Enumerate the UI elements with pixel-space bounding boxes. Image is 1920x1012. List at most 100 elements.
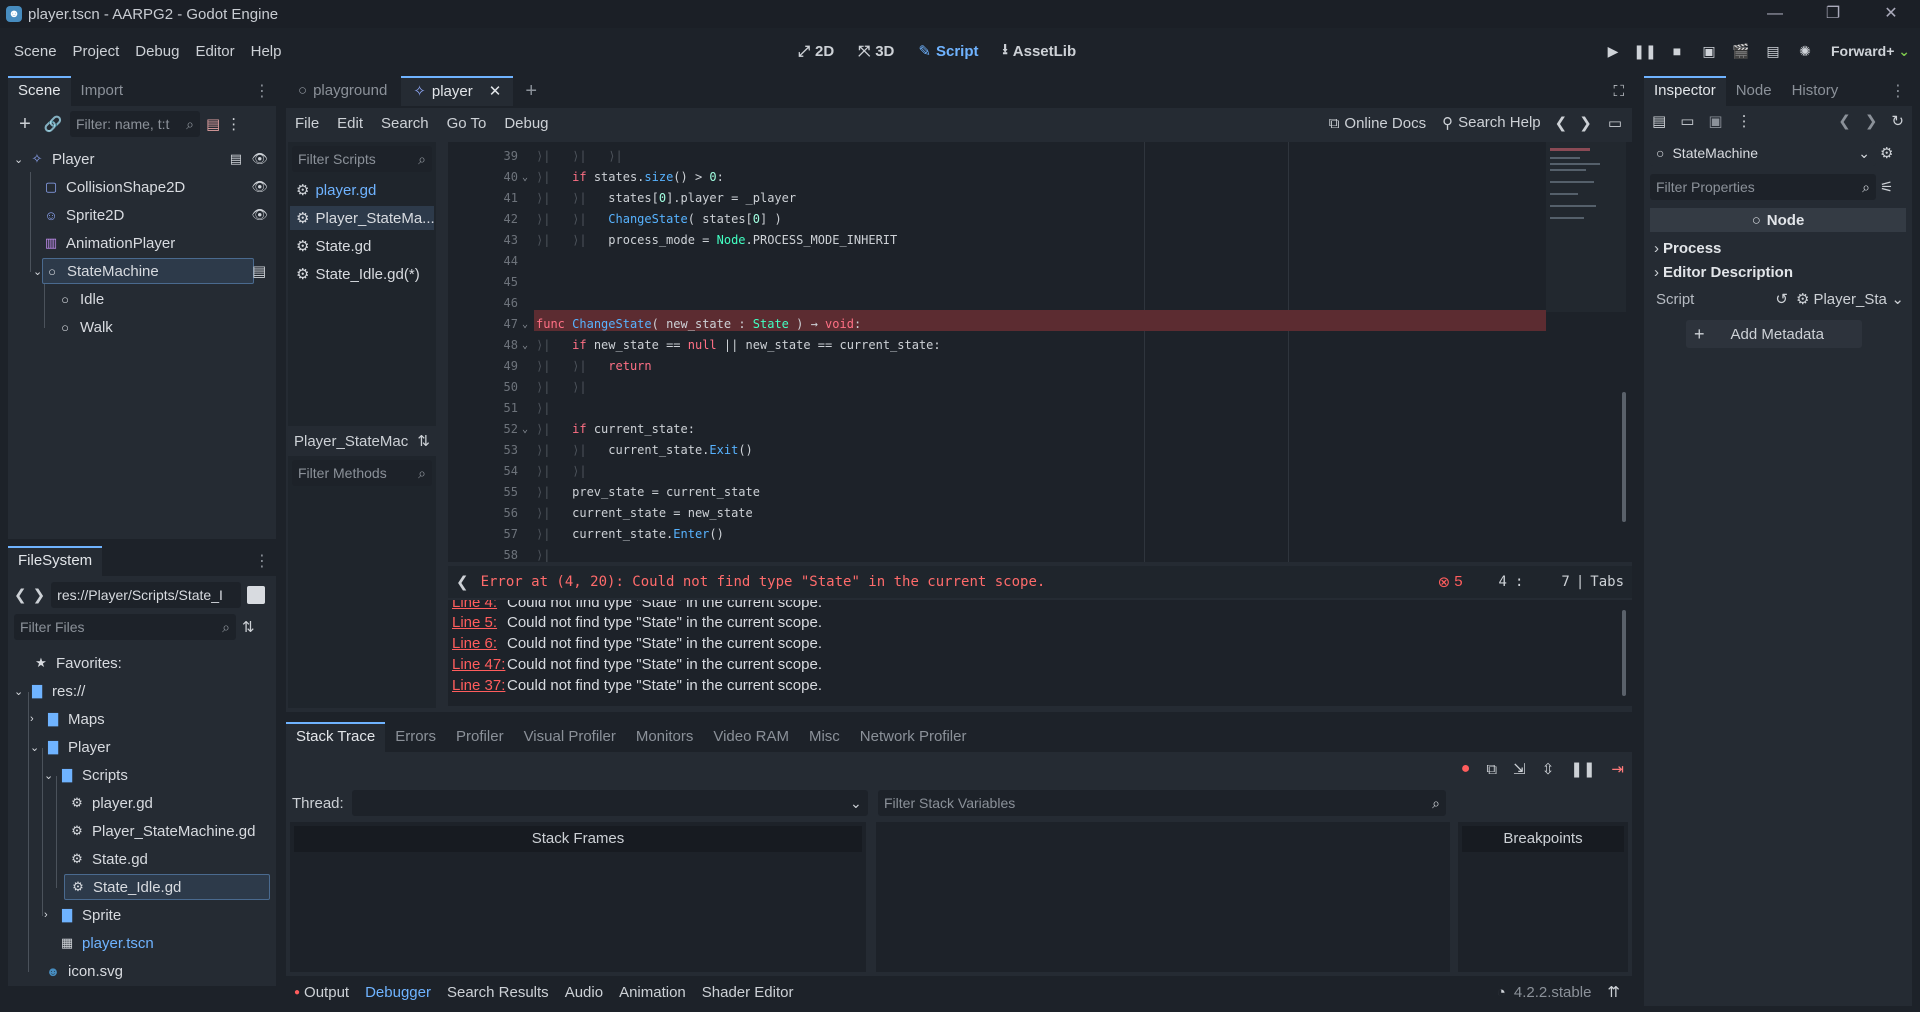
menu-project[interactable]: Project — [65, 43, 128, 60]
error-item[interactable]: Line 5: Could not find type "State" in th… — [452, 612, 822, 632]
folder-maps[interactable]: › ▇ Maps — [30, 706, 105, 732]
script-item-state-idle[interactable]: ⚙ State_Idle.gd(*) — [296, 262, 420, 286]
tab-misc[interactable]: Misc — [799, 722, 850, 752]
add-metadata-button[interactable]: + Add Metadata — [1686, 320, 1862, 348]
minimap[interactable] — [1546, 142, 1626, 312]
add-node-icon[interactable]: + — [14, 113, 36, 136]
fold-chevron-icon[interactable]: ⌄ — [522, 167, 528, 188]
filter-scripts-input[interactable]: Filter Scripts ⌕ — [292, 146, 432, 172]
maximize-button[interactable]: ❐ — [1804, 0, 1862, 28]
tab-visual-profiler[interactable]: Visual Profiler — [514, 722, 626, 752]
chevron-right-icon[interactable]: › — [30, 713, 44, 725]
online-docs-button[interactable]: ⧉ Online Docs — [1321, 115, 1434, 132]
tree-node-idle[interactable]: ○ Idle — [56, 286, 256, 312]
tab-monitors[interactable]: Monitors — [626, 722, 704, 752]
file-filter-input[interactable]: Filter Files ⌕ — [14, 614, 236, 640]
menu-file[interactable]: File — [286, 115, 328, 132]
file-player-gd[interactable]: ⚙ player.gd — [68, 790, 153, 816]
fold-chevron-icon[interactable]: ⌄ — [522, 314, 528, 335]
error-item[interactable]: Line 37: Could not find type "State" in t… — [452, 675, 822, 695]
tab-animation[interactable]: Animation — [611, 984, 694, 1001]
play-scene-icon[interactable]: 🎬 — [1727, 43, 1755, 60]
dock-menu-icon[interactable]: ⋮ — [254, 81, 270, 101]
tab-output[interactable]: ● Output — [286, 984, 357, 1001]
tree-node-player[interactable]: ⌄ ✧ Player ▤ 👁 — [14, 146, 268, 172]
error-item[interactable]: Line 47: Could not find type "State" in t… — [452, 654, 822, 674]
add-tab-icon[interactable]: + — [515, 80, 547, 103]
scene-menu-icon[interactable]: ⋮ — [226, 115, 241, 133]
chevron-right-icon[interactable]: › — [44, 909, 58, 921]
tab-scene[interactable]: Scene — [8, 76, 71, 106]
chevron-down-icon[interactable]: ⌄ — [33, 265, 42, 278]
sort-icon[interactable]: ⇅ — [242, 618, 255, 636]
tab-search-results[interactable]: Search Results — [439, 984, 557, 1001]
mode-2d-button[interactable]: ⤢ 2D — [790, 39, 842, 64]
script-icon[interactable]: ▤ — [252, 262, 266, 280]
error-item[interactable]: Line 4: Could not find type "State" in th… — [452, 600, 822, 612]
script-icon[interactable]: ▤ — [230, 151, 242, 167]
scene-filter-input[interactable]: Filter: name, t:t ⌕ — [70, 111, 200, 137]
fold-chevron-icon[interactable]: ⌄ — [522, 335, 528, 356]
menu-debug[interactable]: Debug — [127, 43, 187, 60]
back-arrow-icon[interactable]: ❮ — [14, 586, 27, 604]
thread-select[interactable]: ⌄ — [351, 790, 868, 816]
tab-errors[interactable]: Errors — [385, 722, 446, 752]
tab-player[interactable]: ✧ player ✕ — [401, 76, 514, 106]
expand-panel-icon[interactable]: ⇈ — [1607, 983, 1620, 1001]
tree-node-walk[interactable]: ○ Walk — [56, 314, 256, 340]
stop-icon[interactable]: ■ — [1663, 43, 1691, 59]
tab-inspector[interactable]: Inspector — [1644, 76, 1726, 106]
more-icon[interactable]: ⋮ — [1737, 112, 1752, 130]
mode-script-button[interactable]: ✎ Script — [910, 38, 986, 64]
tab-network-profiler[interactable]: Network Profiler — [850, 722, 977, 752]
menu-edit[interactable]: Edit — [328, 115, 372, 132]
tab-import[interactable]: Import — [71, 76, 134, 106]
tab-shader-editor[interactable]: Shader Editor — [694, 984, 802, 1001]
mode-assetlib-button[interactable]: ⭳ AssetLib — [995, 35, 1085, 68]
search-help-button[interactable]: ⚲ Search Help — [1434, 114, 1549, 132]
path-input[interactable]: res://Player/Scripts/State_I — [51, 582, 242, 608]
error-item[interactable]: Line 6: Could not find type "State" in th… — [452, 633, 822, 653]
error-message[interactable]: Error at (4, 20): Could not find type "S… — [481, 574, 1046, 590]
tree-node-animationplayer[interactable]: ▥ AnimationPlayer — [42, 230, 268, 256]
step-over-icon[interactable]: ⇳ — [1542, 760, 1555, 778]
close-window-button[interactable]: ✕ — [1862, 0, 1920, 28]
chevron-left-icon[interactable]: ❮ — [456, 573, 469, 591]
file-player-tscn[interactable]: ▦ player.tscn — [58, 930, 154, 956]
history-icon[interactable]: ↻ — [1891, 112, 1904, 130]
tab-filesystem[interactable]: FileSystem — [8, 546, 103, 576]
filter-properties-input[interactable]: Filter Properties ⌕ — [1650, 174, 1876, 200]
play-icon[interactable]: ▶ — [1599, 43, 1627, 60]
filter-methods-input[interactable]: Filter Methods ⌕ — [292, 460, 432, 486]
menu-search[interactable]: Search — [372, 115, 438, 132]
code-scrollbar[interactable] — [1622, 392, 1626, 522]
visibility-eye-icon[interactable]: 👁 — [251, 151, 268, 167]
section-process[interactable]: › Process — [1654, 236, 1721, 260]
continue-icon[interactable]: ⇥ — [1611, 760, 1624, 778]
save-icon[interactable]: ▣ — [1708, 112, 1722, 130]
sort-icon[interactable]: ⇅ — [417, 432, 430, 450]
error-scrollbar[interactable] — [1622, 610, 1626, 696]
chevron-down-icon[interactable]: ⌄ — [14, 153, 28, 166]
tab-node[interactable]: Node — [1726, 76, 1782, 106]
filter-settings-icon[interactable]: ⚟ — [1880, 178, 1893, 196]
object-properties-icon[interactable]: ⚙ — [1880, 144, 1893, 162]
mode-3d-button[interactable]: ⤧ 3D — [850, 39, 902, 64]
forward-arrow-icon[interactable]: ❯ — [1573, 114, 1598, 132]
pause-icon[interactable]: ❚❚ — [1631, 43, 1659, 60]
movie-maker-icon[interactable]: ✺ — [1791, 43, 1819, 60]
visibility-eye-icon[interactable]: 👁 — [251, 179, 268, 195]
new-resource-icon[interactable]: ▤ — [1652, 112, 1666, 130]
tab-profiler[interactable]: Profiler — [446, 722, 514, 752]
copy-icon[interactable]: ⧉ — [1486, 761, 1497, 778]
back-arrow-icon[interactable]: ❮ — [1549, 114, 1574, 132]
code-editor[interactable]: 39 ⟩| ⟩| ⟩| 40 ⟩| if states.size() > 0: ⌄ 41 ⟩… — [448, 142, 1632, 562]
tab-debugger[interactable]: Debugger — [357, 984, 439, 1001]
error-count-badge[interactable]: ⊗ 5 — [1438, 573, 1463, 591]
dock-menu-icon[interactable]: ⋮ — [1890, 81, 1906, 101]
menu-script-debug[interactable]: Debug — [495, 115, 557, 132]
menu-scene[interactable]: Scene — [6, 43, 65, 60]
chevron-down-icon[interactable]: ⌄ — [14, 685, 28, 698]
toggle-panel-icon[interactable]: ▭ — [1598, 114, 1632, 132]
file-state-gd[interactable]: ⚙ State.gd — [68, 846, 148, 872]
